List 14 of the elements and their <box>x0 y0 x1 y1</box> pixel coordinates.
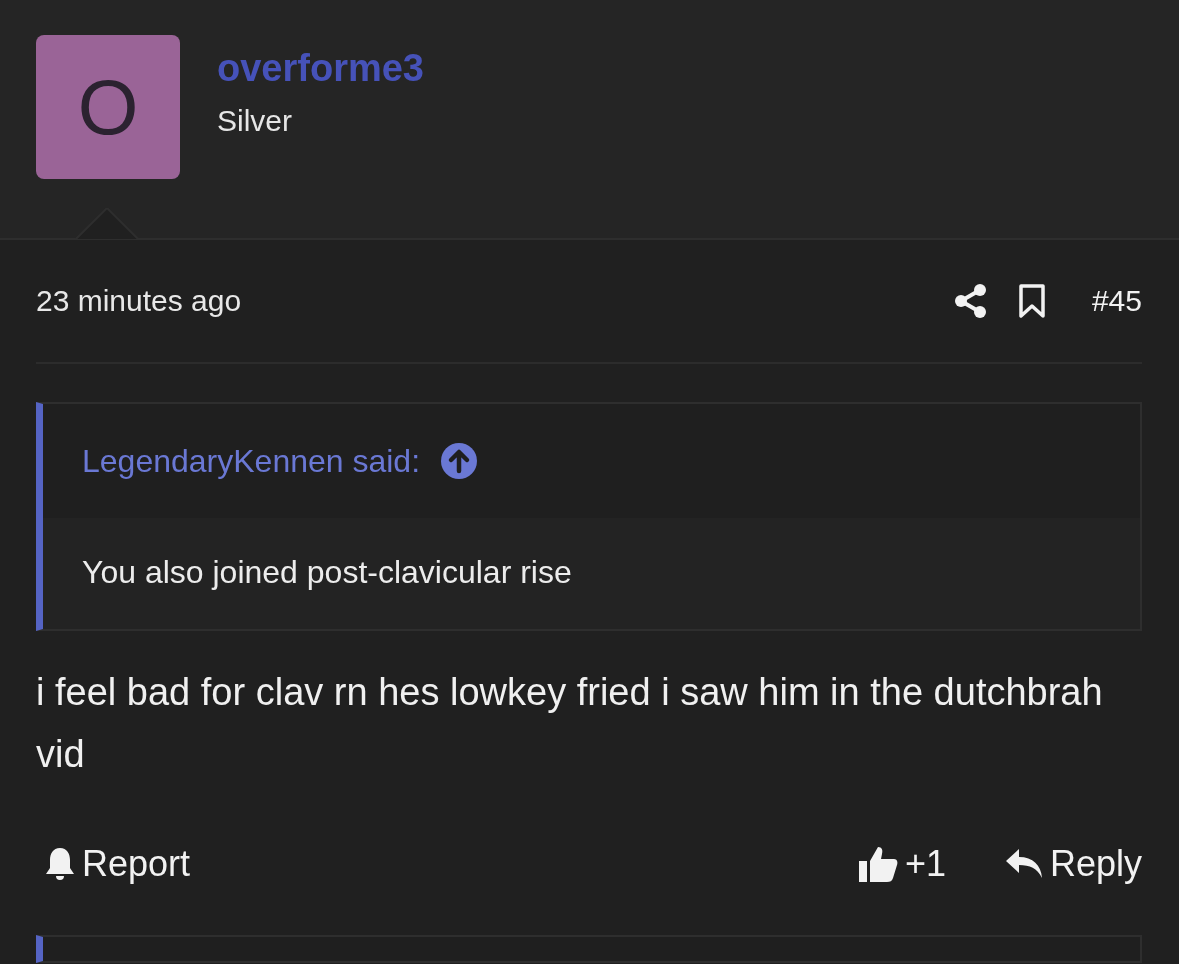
share-icon[interactable] <box>953 283 988 319</box>
bookmark-icon[interactable] <box>1017 283 1046 319</box>
post-time: 23 minutes ago <box>36 284 243 318</box>
user-rank: Silver <box>217 104 293 138</box>
reply-button[interactable]: Reply <box>995 843 1142 885</box>
like-button[interactable]: +1 <box>848 843 946 885</box>
bell-icon <box>44 846 76 882</box>
post-number-link[interactable]: #45 <box>1091 284 1142 318</box>
post-text: i feel bad for clav rn hes lowkey fried i saw him in the dutchbrah vid <box>36 670 1104 777</box>
report-button[interactable]: Report <box>36 843 191 885</box>
quote-text: You also joined post-clavicular rise <box>81 553 573 592</box>
arrow-up-circle-icon[interactable] <box>440 442 479 480</box>
quote-author-link[interactable]: LegendaryKennen said: <box>82 442 421 480</box>
thumbs-up-icon <box>856 844 899 884</box>
